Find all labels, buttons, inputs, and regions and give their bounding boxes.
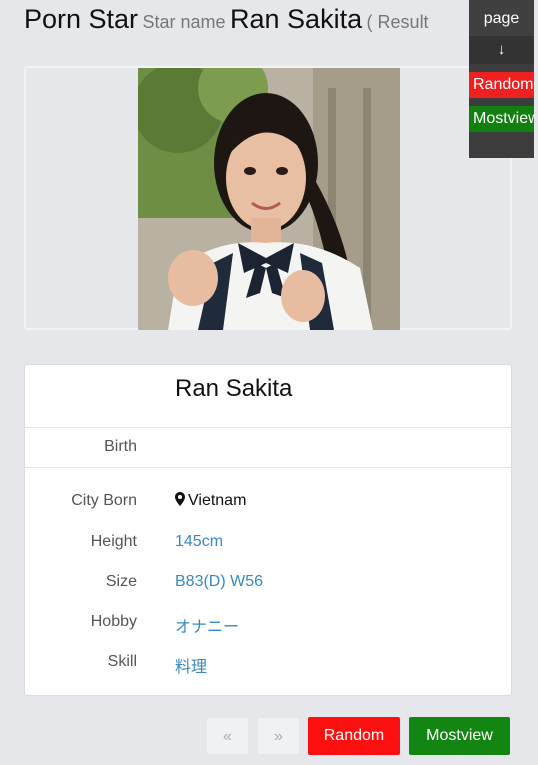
- map-marker-icon: [175, 492, 185, 506]
- skill-value-link[interactable]: 料理: [175, 653, 207, 677]
- size-label: Size: [105, 573, 137, 590]
- page-header: Porn Star Star name Ran Sakita ( Result: [24, 4, 429, 35]
- divider: [25, 467, 511, 468]
- portrait-image: [138, 68, 400, 330]
- skill-label: Skill: [107, 653, 137, 670]
- scroll-down-icon[interactable]: ↓: [469, 36, 534, 64]
- previous-page-button[interactable]: «: [206, 717, 249, 755]
- page-label[interactable]: page: [469, 0, 534, 36]
- random-button[interactable]: Random: [308, 717, 400, 755]
- next-page-button[interactable]: »: [257, 717, 300, 755]
- hobby-value-link[interactable]: オナニー: [175, 613, 239, 637]
- side-mostview-button[interactable]: Mostview: [469, 106, 534, 132]
- profile-name: Ran Sakita: [175, 375, 293, 402]
- page-title: Porn Star: [24, 4, 139, 34]
- mostview-button[interactable]: Mostview: [409, 717, 510, 755]
- hobby-label: Hobby: [90, 613, 137, 630]
- height-value-link[interactable]: 145cm: [175, 533, 223, 551]
- height-label: Height: [90, 533, 137, 550]
- side-navigation: page ↓ Random Mostview: [469, 0, 534, 158]
- photo-frame: [24, 66, 512, 330]
- city-born-text: Vietnam: [188, 492, 247, 509]
- profile-photo[interactable]: [138, 68, 400, 330]
- result-count: ( Result: [366, 12, 429, 32]
- city-born-label: City Born: [71, 492, 137, 509]
- subtitle: Star name: [142, 12, 226, 32]
- profile-card: Ran Sakita Birth City Born Vietnam Heigh…: [24, 364, 512, 696]
- birth-label: Birth: [104, 438, 137, 455]
- size-value-link[interactable]: B83(D) W56: [175, 573, 263, 591]
- side-random-button[interactable]: Random: [469, 72, 534, 98]
- divider: [25, 427, 511, 428]
- city-born-value: Vietnam: [175, 492, 246, 510]
- star-name-heading: Ran Sakita: [230, 4, 363, 34]
